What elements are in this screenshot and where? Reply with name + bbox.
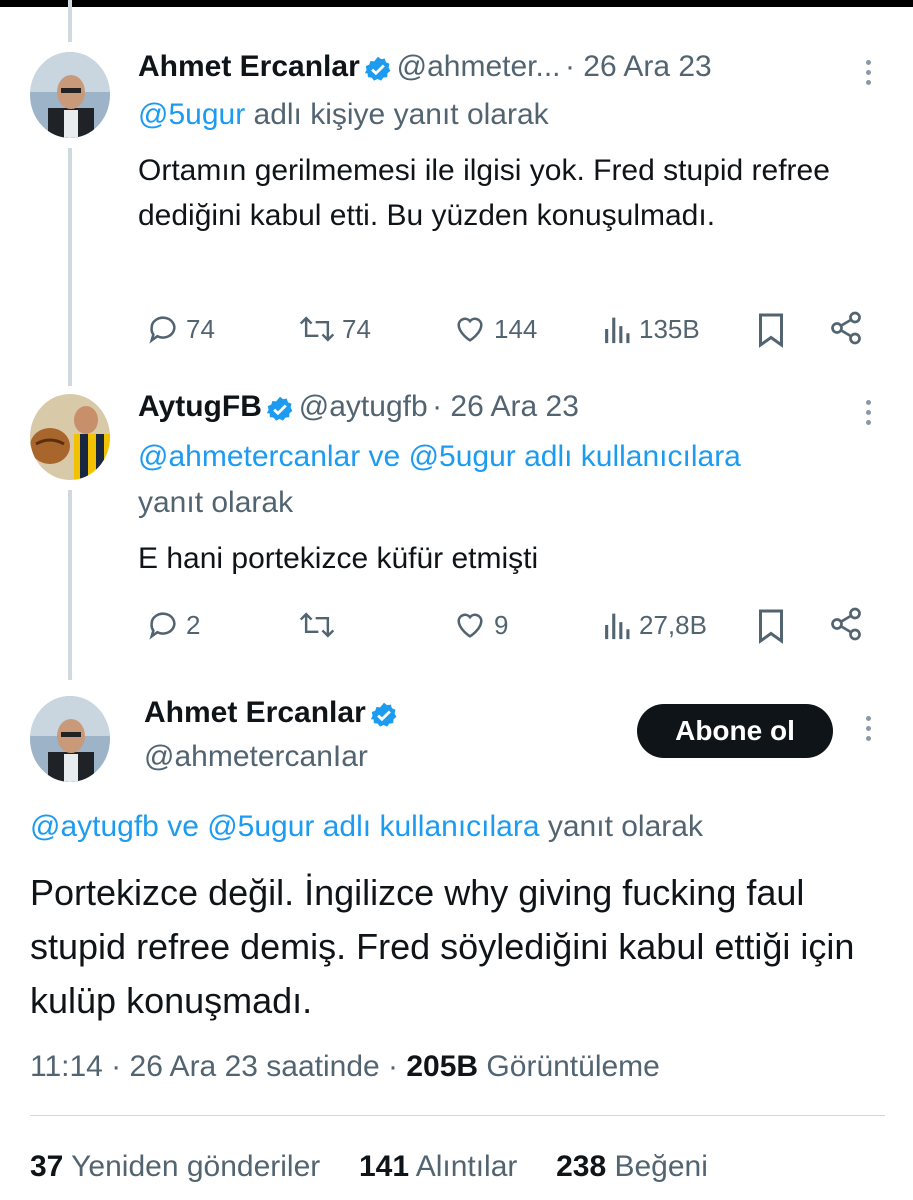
- author-handle[interactable]: @ahmetercanIar: [144, 740, 368, 774]
- like-button[interactable]: 9: [452, 608, 508, 642]
- views-button[interactable]: 135B: [603, 312, 700, 346]
- likes-label: Beğeni: [606, 1150, 708, 1183]
- more-options-icon[interactable]: [866, 400, 872, 430]
- view-count: 135B: [639, 313, 700, 344]
- view-count: 205B: [406, 1050, 479, 1083]
- reposts-label: Yeniden gönderiler: [63, 1150, 321, 1183]
- reposts-stat[interactable]: 37 Yeniden gönderiler: [30, 1150, 320, 1183]
- share-icon[interactable]: [828, 310, 864, 346]
- views-label: Görüntüleme: [478, 1050, 660, 1083]
- quotes-label: Alıntılar: [409, 1150, 518, 1183]
- author-header: Ahmet Ercanlar: [144, 696, 398, 734]
- reply-count: 2: [186, 609, 201, 640]
- author-handle[interactable]: @ahmeter...: [397, 50, 561, 83]
- verified-badge-icon: [364, 55, 392, 88]
- heart-icon: [457, 613, 483, 638]
- reply-button[interactable]: 74: [146, 312, 215, 346]
- views-chart-icon: [605, 317, 630, 344]
- divider: [30, 1115, 885, 1116]
- heart-icon: [457, 317, 483, 342]
- reply-button[interactable]: 2: [146, 608, 200, 642]
- bookmark-icon[interactable]: [756, 312, 786, 348]
- verified-badge-icon: [370, 701, 398, 734]
- reply-mention[interactable]: @aytugfb ve @5ugur adlı kullanıcılara: [30, 810, 540, 843]
- likes-stat[interactable]: 238 Beğeni: [556, 1150, 708, 1183]
- thread-line: [68, 0, 72, 42]
- tweet-date[interactable]: · 26 Ara 23: [565, 50, 712, 83]
- tweet-header: AytugFB @aytugfb · 26 Ara 23: [138, 390, 579, 428]
- reply-context-label: adlı kişiye yanıt olarak: [245, 98, 549, 131]
- views-button[interactable]: 27,8B: [603, 608, 707, 642]
- avatar[interactable]: [30, 696, 110, 782]
- likes-count: 238: [556, 1150, 607, 1183]
- like-count: 9: [494, 609, 509, 640]
- reply-mention[interactable]: @ahmetercanlar ve @5ugur adlı kullanıcıl…: [138, 440, 741, 474]
- reply-mention[interactable]: @5ugur: [138, 98, 245, 131]
- tweet-timestamp[interactable]: 11:14 · 26 Ara 23 saatinde ·: [30, 1050, 406, 1083]
- author-handle[interactable]: @aytugfb: [299, 390, 428, 423]
- avatar[interactable]: [30, 394, 110, 480]
- more-options-icon[interactable]: [866, 716, 872, 746]
- repost-count: 74: [342, 313, 371, 344]
- reply-context: @aytugfb ve @5ugur adlı kullanıcılara ya…: [30, 810, 703, 844]
- tweet-timestamp-row: 11:14 · 26 Ara 23 saatinde · 205B Görünt…: [30, 1050, 660, 1084]
- quotes-stat[interactable]: 141 Alıntılar: [359, 1150, 517, 1183]
- share-icon[interactable]: [828, 606, 864, 642]
- like-button[interactable]: 144: [452, 312, 537, 346]
- author-name[interactable]: AytugFB: [138, 390, 262, 423]
- verified-badge-icon: [266, 395, 294, 428]
- repost-icon: [299, 316, 335, 342]
- author-name[interactable]: Ahmet Ercanlar: [144, 696, 366, 729]
- main-tweet-text: Portekizce değil. İngilizce why giving f…: [30, 872, 855, 1021]
- author-name[interactable]: Ahmet Ercanlar: [138, 50, 360, 83]
- thread-line: [68, 490, 72, 680]
- reply-icon: [149, 316, 176, 344]
- tweet-header: Ahmet Ercanlar @ahmeter... · 26 Ara 23: [138, 50, 712, 88]
- more-options-icon[interactable]: [866, 60, 872, 90]
- repost-button[interactable]: 74: [298, 312, 371, 346]
- reposts-count: 37: [30, 1150, 64, 1183]
- repost-button[interactable]: [298, 608, 342, 642]
- tweet-text: E hani portekizce küfür etmişti: [138, 542, 539, 575]
- reply-context-label: yanıt olarak: [138, 486, 294, 519]
- bookmark-icon[interactable]: [756, 608, 786, 644]
- reply-context-label: yanıt olarak: [539, 810, 703, 843]
- reply-context: @5ugur adlı kişiye yanıt olarak: [138, 98, 549, 132]
- thread-line: [68, 148, 72, 386]
- tweet-text: Ortamın gerilmemesi ile ilgisi yok. Fred…: [138, 154, 830, 232]
- quotes-count: 141: [358, 1150, 410, 1183]
- engagement-stats: 37 Yeniden gönderiler 141 Alıntılar 238 …: [30, 1150, 708, 1184]
- repost-icon: [299, 612, 335, 638]
- follow-button[interactable]: Abone ol: [637, 704, 833, 758]
- view-count: 27,8B: [639, 609, 707, 640]
- views-chart-icon: [605, 613, 630, 640]
- reply-icon: [149, 612, 176, 640]
- avatar[interactable]: [30, 52, 110, 138]
- reply-count: 74: [186, 313, 215, 344]
- like-count: 144: [494, 313, 538, 344]
- tweet-date[interactable]: · 26 Ara 23: [432, 390, 579, 423]
- top-status-bar: [0, 0, 913, 7]
